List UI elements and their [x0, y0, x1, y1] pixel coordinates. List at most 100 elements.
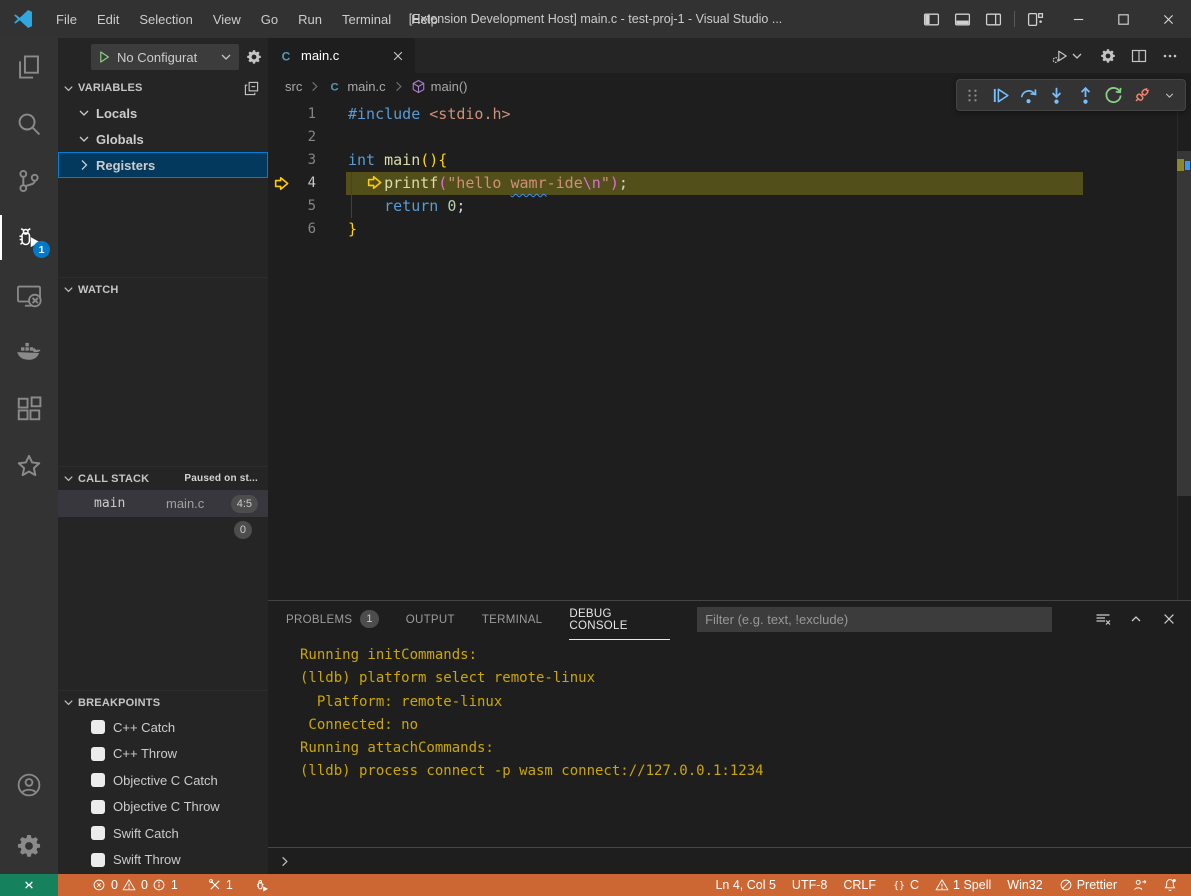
launch-configuration-dropdown[interactable]: No Configurat [91, 44, 239, 70]
minimize-button[interactable] [1056, 0, 1101, 38]
settings-gear-icon[interactable] [1100, 48, 1116, 64]
problems-status[interactable]: 0 0 1 [84, 874, 186, 896]
code-line-3[interactable]: 3int main(){ [268, 149, 1191, 172]
breakpoint-checkbox[interactable] [91, 853, 105, 867]
encoding-status[interactable]: UTF-8 [784, 874, 835, 896]
variables-scope-registers[interactable]: Registers [58, 152, 268, 178]
activity-item-search[interactable] [0, 95, 58, 152]
breakpoint-objective-c-catch[interactable]: Objective C Catch [58, 767, 268, 794]
problems-count-badge: 1 [360, 610, 378, 628]
debug-more-button[interactable] [1157, 82, 1183, 108]
disconnect-button[interactable] [1129, 82, 1155, 108]
menu-file[interactable]: File [46, 0, 87, 38]
remote-indicator[interactable] [0, 874, 58, 896]
formatter-status[interactable]: Prettier [1051, 874, 1125, 896]
debug-session-status[interactable] [247, 874, 277, 896]
language-mode-status[interactable]: {} C [884, 874, 927, 896]
variables-scope-globals[interactable]: Globals [58, 126, 268, 152]
breadcrumb-item[interactable]: Cmain.c [327, 79, 385, 94]
close-panel-icon[interactable] [1161, 611, 1177, 627]
call-stack-section-header[interactable]: CALL STACK Paused on st... [58, 466, 268, 490]
menu-go[interactable]: Go [251, 0, 288, 38]
open-launch-json-gear-icon[interactable] [246, 49, 262, 65]
menu-edit[interactable]: Edit [87, 0, 129, 38]
cursor-position-status[interactable]: Ln 4, Col 5 [707, 874, 783, 896]
menu-selection[interactable]: Selection [129, 0, 202, 38]
panel-tab-problems[interactable]: PROBLEMS1 [286, 601, 379, 637]
activity-item-extensions[interactable] [0, 380, 58, 437]
close-window-button[interactable] [1146, 0, 1191, 38]
activity-item-remote-explorer[interactable] [0, 266, 58, 323]
layout-sidebar-right-icon[interactable] [985, 11, 1002, 28]
feedback-button[interactable] [1125, 874, 1155, 896]
session-row[interactable]: 0 [58, 517, 268, 543]
activity-item-settings[interactable] [0, 817, 58, 874]
continue-button[interactable] [987, 82, 1013, 108]
tab-main-c[interactable]: C main.c [268, 38, 415, 73]
step-over-button[interactable] [1016, 82, 1042, 108]
notifications-button[interactable] [1155, 874, 1185, 896]
breakpoint-checkbox[interactable] [91, 800, 105, 814]
breakpoint-checkbox[interactable] [91, 720, 105, 734]
step-out-button[interactable] [1072, 82, 1098, 108]
stack-frame-row[interactable]: main main.c 4:5 [58, 490, 268, 517]
watch-section-header[interactable]: WATCH [58, 277, 268, 301]
panel-tab-terminal[interactable]: TERMINAL [482, 601, 543, 637]
code-line-4[interactable]: 4 printf("hello wamr-ide\n"); [268, 172, 1191, 195]
close-tab-icon[interactable] [391, 49, 405, 63]
menu-terminal[interactable]: Terminal [332, 0, 401, 38]
svg-text:{}: {} [893, 881, 905, 892]
account-icon [16, 772, 42, 798]
menu-view[interactable]: View [203, 0, 251, 38]
layout-sidebar-left-icon[interactable] [923, 11, 940, 28]
breakpoint-c-catch[interactable]: C++ Catch [58, 714, 268, 741]
breakpoint-swift-catch[interactable]: Swift Catch [58, 820, 268, 847]
activity-item-explorer[interactable] [0, 38, 58, 95]
activity-item-marketplace[interactable] [0, 437, 58, 494]
variables-scope-locals[interactable]: Locals [58, 100, 268, 126]
chevron-down-icon [1069, 48, 1085, 64]
menu-run[interactable]: Run [288, 0, 332, 38]
code-line-5[interactable]: 5 return 0; [268, 195, 1191, 218]
split-editor-icon[interactable] [1131, 48, 1147, 64]
activity-item-source-control[interactable] [0, 152, 58, 209]
debug-console-input[interactable] [268, 847, 1191, 874]
breadcrumb-item[interactable]: src [285, 79, 302, 94]
platform-status[interactable]: Win32 [999, 874, 1050, 896]
more-actions-icon[interactable] [1162, 48, 1178, 64]
breakpoint-checkbox[interactable] [91, 826, 105, 840]
customize-layout-icon[interactable] [1027, 11, 1044, 28]
clear-console-icon[interactable] [1095, 611, 1111, 627]
spell-checker-status[interactable]: 1 Spell [927, 874, 999, 896]
code-editor[interactable]: 1#include <stdio.h>23int main(){4 printf… [268, 99, 1191, 600]
maximize-panel-icon[interactable] [1128, 611, 1144, 627]
breakpoint-checkbox[interactable] [91, 773, 105, 787]
breakpoint-checkbox[interactable] [91, 747, 105, 761]
breakpoint-c-throw[interactable]: C++ Throw [58, 741, 268, 768]
scrollbar-slider[interactable] [1177, 151, 1191, 496]
breadcrumb-item[interactable]: main() [411, 79, 468, 94]
code-line-2[interactable]: 2 [268, 126, 1191, 149]
editor-scrollbar[interactable] [1177, 99, 1191, 600]
panel-tab-debug-console[interactable]: DEBUG CONSOLE [569, 601, 670, 637]
panel-tab-output[interactable]: OUTPUT [406, 601, 455, 637]
breakpoint-objective-c-throw[interactable]: Objective C Throw [58, 794, 268, 821]
collapse-all-icon[interactable] [244, 81, 268, 96]
breakpoint-swift-throw[interactable]: Swift Throw [58, 847, 268, 874]
maximize-button[interactable] [1101, 0, 1146, 38]
forwarded-ports-status[interactable]: 1 [200, 874, 241, 896]
activity-item-docker[interactable] [0, 323, 58, 380]
restart-button[interactable] [1100, 82, 1126, 108]
step-into-button[interactable] [1044, 82, 1070, 108]
breakpoints-section-header[interactable]: BREAKPOINTS [58, 690, 268, 714]
console-filter-input[interactable] [697, 607, 1052, 632]
activity-item-accounts[interactable] [0, 756, 58, 813]
activity-item-run-and-debug[interactable]: 1 [0, 209, 58, 266]
continue-icon [991, 86, 1010, 105]
variables-section-header[interactable]: VARIABLES [58, 76, 268, 100]
drag-handle-button[interactable] [959, 82, 985, 108]
code-line-6[interactable]: 6} [268, 218, 1191, 241]
layout-panel-icon[interactable] [954, 11, 971, 28]
eol-status[interactable]: CRLF [835, 874, 884, 896]
run-or-debug-icon[interactable] [1052, 48, 1085, 64]
